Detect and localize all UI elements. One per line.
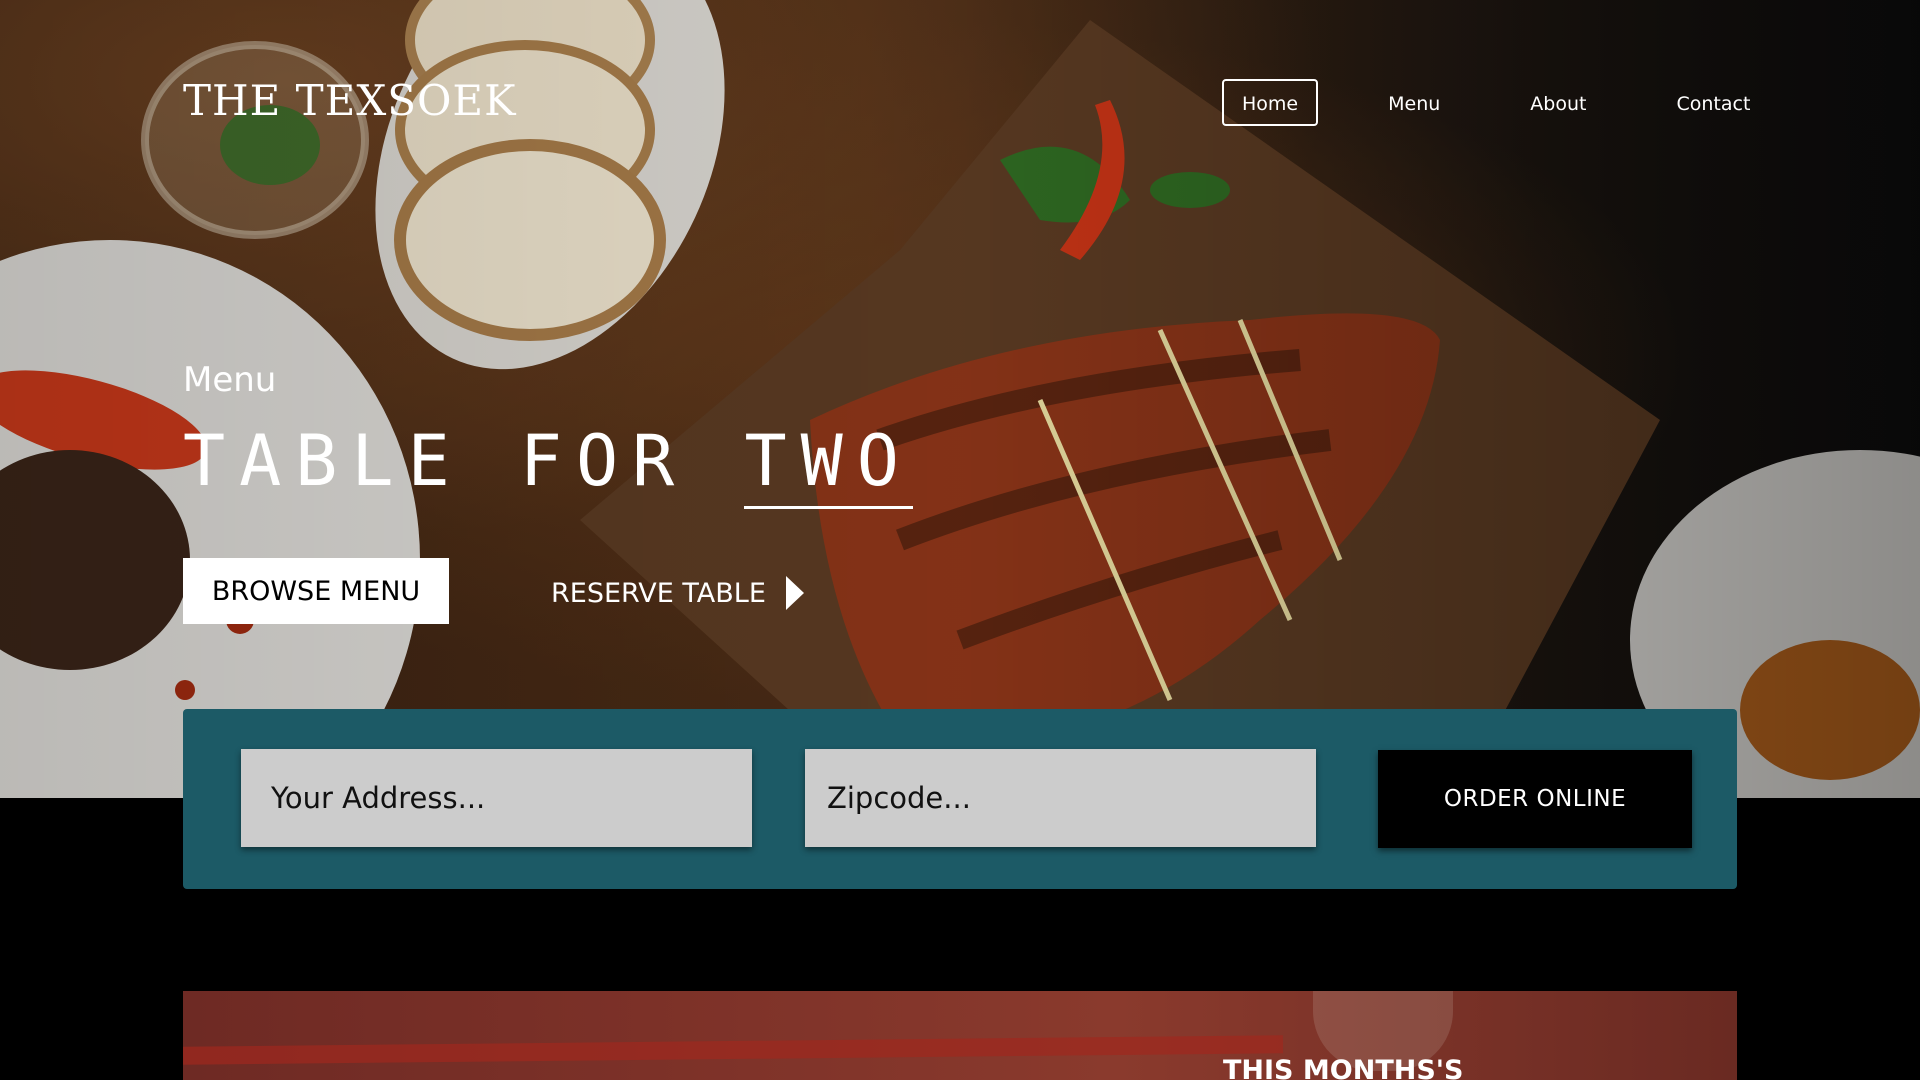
headline-part-1: TABLE FOR	[183, 420, 689, 502]
nav-menu[interactable]: Menu	[1368, 79, 1460, 126]
browse-menu-button[interactable]: BROWSE MENU	[183, 558, 449, 624]
address-input[interactable]	[241, 749, 752, 847]
promo-title: THIS MONTHS'S	[1223, 1055, 1464, 1080]
nav-contact[interactable]: Contact	[1656, 79, 1770, 126]
headline-part-2: TWO	[744, 420, 913, 509]
hero-eyebrow: Menu	[183, 360, 277, 400]
order-online-bar: ORDER ONLINE	[183, 709, 1737, 889]
hero-headline: TABLE FOR TWO	[183, 420, 913, 509]
zipcode-input[interactable]	[805, 749, 1316, 847]
brand-logo[interactable]: THE TEXSOEK	[183, 76, 516, 125]
hero-section: THE TEXSOEK Home Menu About Contact Menu…	[0, 0, 1920, 798]
play-arrow-icon	[785, 576, 804, 610]
nav-about[interactable]: About	[1510, 79, 1606, 126]
promo-background-stripe	[183, 1035, 1284, 1065]
promo-banner: THIS MONTHS'S	[183, 991, 1737, 1080]
reserve-table-link[interactable]: RESERVE TABLE	[551, 568, 804, 618]
reserve-table-label: RESERVE TABLE	[551, 577, 766, 609]
nav-home[interactable]: Home	[1222, 79, 1319, 126]
order-online-button[interactable]: ORDER ONLINE	[1378, 750, 1692, 848]
main-nav: Home Menu About Contact	[1222, 79, 1770, 126]
